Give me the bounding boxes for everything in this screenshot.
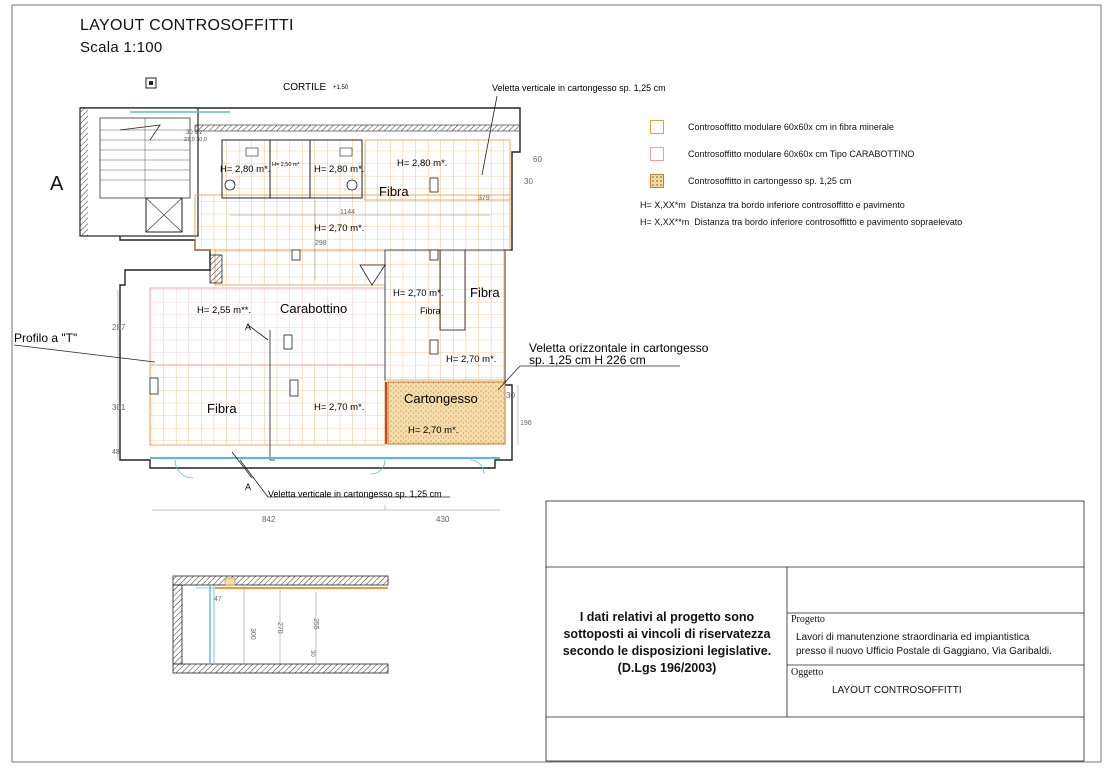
swatch-fibra-icon — [650, 120, 664, 134]
room-fibra-right: Fibra — [470, 285, 500, 300]
height-main-lower: H= 2,70 m*. — [314, 402, 364, 413]
dim-60: 60 — [533, 155, 542, 164]
height-wc2: H= 2,80 m*. — [314, 164, 364, 175]
legend-item-carabottino: Controsoffitto modulare 60x60x cm Tipo C… — [650, 147, 914, 161]
veletta-orizzontale-line2: sp. 1,25 cm H 226 cm — [529, 353, 646, 367]
note-height-raised-floor: H= X,XX**m Distanza tra bordo inferiore … — [640, 217, 962, 227]
room-fibra-left: Fibra — [207, 401, 237, 416]
oggetto-label: Oggetto — [791, 667, 824, 678]
legend-item-fibra: Controsoffitto modulare 60x60x cm in fib… — [650, 120, 894, 134]
height-wc1: H= 2,80 m*. — [220, 164, 270, 175]
height-wc-small: H= 2,50 m* — [272, 162, 301, 168]
disclaimer-line: sottoposti ai vincoli di riservatezza — [563, 627, 771, 641]
section-dim-47: 47 — [214, 596, 222, 603]
progetto-label: Progetto — [791, 614, 825, 625]
section-mark-a1: A — [245, 322, 251, 332]
dim-stair2: 27,0 30,0 — [184, 137, 207, 143]
height-right-lower: H= 2,70 m*. — [446, 354, 496, 365]
swatch-carabottino-icon — [650, 147, 664, 161]
dim-30b: 30 — [506, 391, 515, 400]
veletta-verticale-bottom-label: Veletta verticale in cartongesso sp. 1,2… — [268, 489, 442, 499]
swatch-cartongesso-icon — [650, 174, 664, 188]
legend-label: Controsoffitto modulare 60x60x cm in fib… — [688, 122, 894, 132]
height-top-right: H= 2,80 m*. — [397, 158, 447, 169]
dim-196: 196 — [520, 420, 532, 427]
section-dim-270: 270 — [276, 622, 283, 634]
dim-298: 298 — [315, 240, 327, 247]
disclaimer-line: I dati relativi al progetto sono — [579, 610, 755, 624]
cortile-level: +1.50 — [333, 85, 349, 91]
room-carabottino: Carabottino — [280, 301, 347, 316]
height-right-room: H= 2,70 m*. — [393, 288, 443, 299]
progetto-line2: presso il nuovo Ufficio Postale di Gaggi… — [796, 646, 1052, 657]
note-code: H= X,XX**m — [640, 217, 690, 227]
privacy-disclaimer: I dati relativi al progetto sono sottopo… — [548, 570, 786, 716]
section-dim-300: 300 — [249, 628, 256, 640]
dim-287: 287 — [112, 323, 126, 332]
dim-48: 48 — [112, 449, 120, 456]
dim-379: 379 — [478, 195, 490, 202]
cortile-label: CORTILE — [283, 82, 326, 93]
drawing-scale: Scala 1:100 — [80, 39, 163, 56]
disclaimer-line: (D.Lgs 196/2003) — [617, 661, 717, 675]
progetto-line1: Lavori di manutenzione straordinaria ed … — [796, 632, 1030, 643]
floor-plan: Veletta verticale in cartongesso sp. 1,2… — [13, 77, 709, 524]
section-drawing: 47 300 270 255 30 — [172, 575, 389, 674]
dim-1144: 1144 — [340, 209, 355, 216]
room-fibra-small: Fibra — [420, 306, 441, 316]
drawing-title: LAYOUT CONTROSOFFITTI — [80, 17, 294, 34]
legend-label: Controsoffitto modulare 60x60x cm Tipo C… — [688, 149, 915, 159]
note-code: H= X,XX*m — [640, 200, 686, 210]
note-text: Distanza tra bordo inferiore controsoffi… — [694, 217, 963, 227]
profilo-label: Profilo a "T" — [14, 331, 77, 345]
dim-301: 301 — [112, 403, 126, 412]
legend-label: Controsoffitto in cartongesso sp. 1,25 c… — [688, 176, 852, 186]
dim-30a: 30 — [524, 177, 533, 186]
veletta-verticale-label: Veletta verticale in cartongesso sp. 1,2… — [492, 83, 666, 93]
dim-430: 430 — [436, 515, 450, 524]
dim-842: 842 — [262, 515, 276, 524]
dim-stair: 30 6/z — [186, 130, 202, 136]
note-height-floor: H= X,XX*m Distanza tra bordo inferiore c… — [640, 200, 905, 210]
section-dim-30: 30 — [309, 650, 315, 657]
note-text: Distanza tra bordo inferiore controsoffi… — [690, 200, 905, 210]
oggetto-value: LAYOUT CONTROSOFFITTI — [832, 685, 962, 696]
section-dim-255: 255 — [312, 618, 319, 630]
height-carabottino: H= 2,55 m**. — [197, 305, 251, 316]
section-mark-a2: A — [245, 482, 251, 492]
height-cartongesso: H= 2,70 m*. — [408, 425, 458, 436]
disclaimer-line: secondo le disposizioni legislative. — [562, 644, 772, 658]
section-letter: A — [50, 173, 64, 195]
room-fibra-top: Fibra — [379, 184, 409, 199]
height-corridor: H= 2,70 m*. — [314, 223, 364, 234]
legend-item-cartongesso: Controsoffitto in cartongesso sp. 1,25 c… — [650, 174, 851, 188]
room-cartongesso: Cartongesso — [404, 391, 478, 406]
